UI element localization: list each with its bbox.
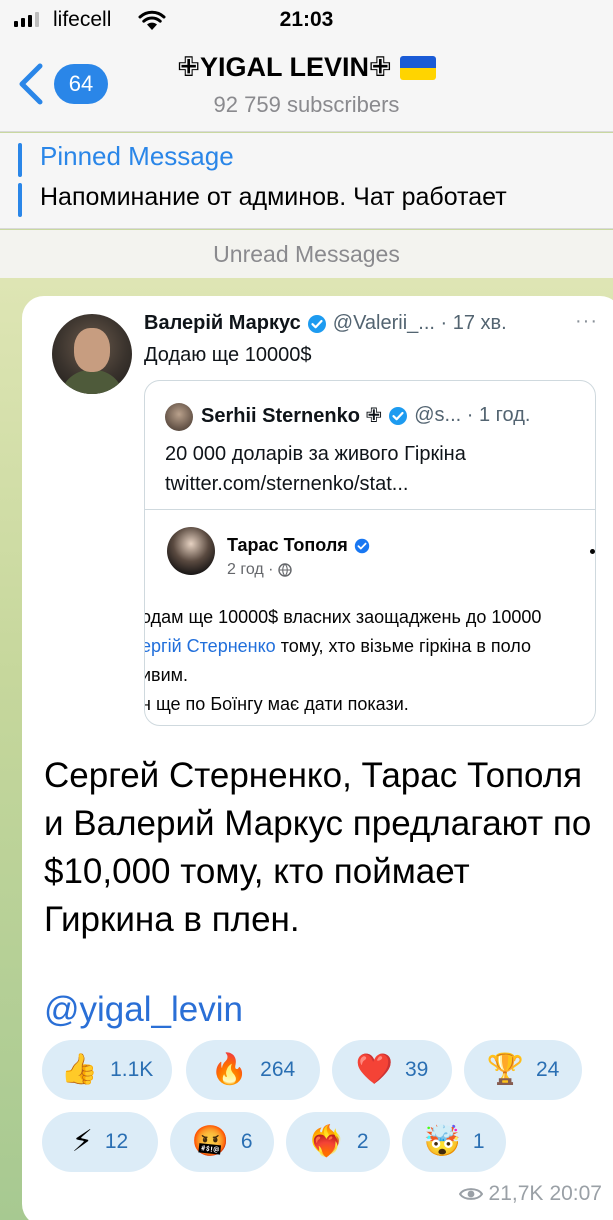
chat-header: 64 ✙YIGAL LEVIN✙ 92 759 subscribers [0, 42, 613, 132]
quoted-tweet: Serhii Sternenko ✙ @s... · 1 год. 20 000… [144, 380, 596, 726]
quoted-handle-time: @s... · 1 год. [414, 404, 531, 426]
reaction-count: 39 [405, 1058, 429, 1081]
message-bubble[interactable]: Валерій Маркус @Valerii_... · 17 хв. ···… [22, 296, 613, 1220]
tweet-author-name: Валерій Маркус [144, 312, 301, 334]
facebook-author-name: Тарас Тополя [227, 535, 348, 555]
status-bar: lifecell 21:03 [0, 0, 613, 42]
reaction-count: 264 [260, 1058, 296, 1081]
reaction-trophy[interactable]: 🏆 24 [464, 1040, 582, 1100]
heart-icon: ❤️ [355, 1053, 393, 1086]
pinned-indicator [18, 183, 22, 217]
facebook-post-line-rest: тому, хто візьме гіркіна в поло [275, 636, 531, 656]
verified-icon [389, 406, 408, 425]
reaction-exploding-head[interactable]: 🤯 1 [402, 1112, 506, 1172]
reaction-count: 12 [104, 1130, 129, 1153]
pinned-message-bar[interactable]: Pinned Message Напоминание от админов. Ч… [0, 133, 613, 229]
subscriber-count: 92 759 subscribers [213, 92, 400, 117]
facebook-author-avatar [167, 527, 215, 575]
verified-icon [354, 538, 369, 553]
tweet-handle-time: @Valerii_... · 17 хв. [332, 312, 507, 334]
clock: 21:03 [279, 8, 334, 31]
reaction-count: 1 [472, 1130, 485, 1153]
thumbs-up-icon: 👍 [60, 1053, 99, 1086]
pinned-label: Pinned Message [40, 141, 234, 171]
pinned-indicator [18, 143, 22, 177]
channel-title-block[interactable]: ✙YIGAL LEVIN✙ [0, 52, 613, 83]
facebook-post-text: одам ще 10000$ власних заощаджень до 100… [144, 603, 542, 719]
facebook-post-line: одам ще 10000$ власних заощаджень до 100… [144, 607, 542, 627]
verified-icon [307, 314, 326, 333]
more-icon [590, 549, 595, 554]
reaction-thumbs-up[interactable]: 👍 1.1K [42, 1040, 172, 1100]
reaction-heart[interactable]: ❤️ 39 [332, 1040, 452, 1100]
fire-icon: 🔥 [210, 1053, 249, 1086]
tweet-author-avatar [52, 314, 132, 394]
facebook-post-meta: 2 год · [227, 561, 293, 579]
reaction-count: 6 [240, 1130, 253, 1153]
facebook-author-row: Тарас Тополя [227, 535, 370, 556]
reaction-count: 24 [536, 1058, 560, 1081]
reaction-swearing-face[interactable]: 🤬 6 [170, 1112, 274, 1172]
reaction-count: 1.1K [110, 1058, 154, 1081]
quoted-header: Serhii Sternenko ✙ @s... · 1 год. [201, 403, 530, 428]
swearing-face-icon: 🤬 [191, 1125, 229, 1158]
chat-area[interactable]: Unread Messages Валерій Маркус @Valerii_… [0, 230, 613, 1220]
message-meta: 21,7K 20:07 [458, 1182, 602, 1206]
unread-messages-divider: Unread Messages [0, 230, 613, 278]
reaction-fire[interactable]: 🔥 264 [186, 1040, 320, 1100]
quoted-author-avatar [165, 403, 193, 431]
facebook-post-time: 2 год · [227, 561, 274, 578]
message-time: 20:07 [549, 1182, 602, 1205]
quoted-text: 20 000 доларів за живого Гіркіна twitter… [165, 443, 466, 495]
reaction-heart-on-fire[interactable]: ❤️‍🔥 2 [286, 1112, 390, 1172]
view-count: 21,7K [488, 1182, 544, 1205]
message-text: Сергей Стерненко, Тарас Тополя и Валерий… [44, 756, 592, 939]
tweet-text: Додаю ще 10000$ [144, 344, 312, 366]
more-icon: ··· [575, 310, 598, 332]
divider [145, 509, 595, 510]
globe-icon [278, 563, 293, 577]
facebook-post-line: ергій Стерненко тому, хто візьме гіркіна… [144, 632, 541, 661]
reaction-lightning[interactable]: ⚡ 12 [42, 1112, 158, 1172]
heart-on-fire-icon: ❤️‍🔥 [307, 1125, 345, 1158]
eye-icon [458, 1188, 483, 1200]
reaction-count: 2 [356, 1130, 369, 1153]
facebook-post-line: н ще по Боїнгу має дати покази. [144, 694, 409, 714]
channel-signature-link[interactable]: @yigal_levin [44, 990, 243, 1030]
channel-title: ✙YIGAL LEVIN✙ [177, 52, 392, 82]
pinned-text: Напоминание от админов. Чат работает [40, 183, 507, 211]
tweet-header: Валерій Маркус @Valerii_... · 17 хв. [144, 312, 507, 335]
ukraine-flag-icon [399, 55, 436, 80]
facebook-mention-link: ергій Стерненко [144, 636, 276, 656]
exploding-head-icon: 🤯 [423, 1125, 461, 1158]
quoted-author-name: Serhii Sternenko ✙ [201, 405, 383, 427]
lightning-icon: ⚡ [71, 1125, 93, 1158]
trophy-icon: 🏆 [486, 1053, 524, 1086]
facebook-post-line: ивим. [144, 665, 189, 685]
